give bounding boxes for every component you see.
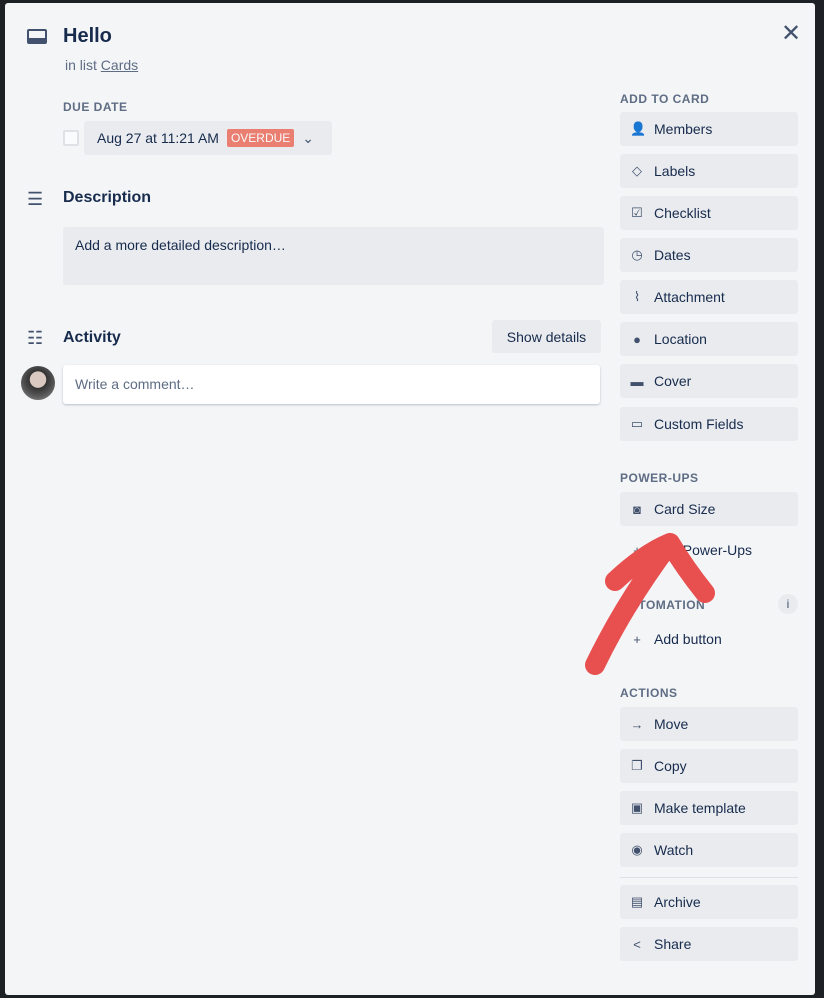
card-size-icon: ◙ [633,501,641,517]
members-label: Members [654,121,713,137]
move-label: Move [654,716,689,732]
make-template-button[interactable]: ▣ Make template [620,791,798,825]
copy-button[interactable]: ❐ Copy [620,749,798,783]
add-to-card-label: ADD TO CARD [620,92,710,106]
move-icon: → [630,716,644,732]
info-icon[interactable]: i [778,594,798,614]
labels-label: Labels [654,163,696,179]
attachment-icon: ⌇ [633,289,641,304]
share-icon: < [633,936,641,952]
custom-fields-button[interactable]: ▭ Custom Fields [620,407,798,441]
dates-button[interactable]: ◷ Dates [620,238,798,272]
custom-fields-label: Custom Fields [654,416,744,432]
share-button[interactable]: < Share [620,927,798,961]
activity-heading: Activity [63,329,121,346]
description-icon: ☰ [27,189,44,209]
power-ups-label: POWER-UPS [620,471,699,485]
due-date-button[interactable]: Aug 27 at 11:21 AM OVERDUE ⌄ [84,121,332,155]
location-label: Location [654,331,707,347]
share-label: Share [654,936,692,952]
location-button[interactable]: ● Location [620,322,798,356]
make-template-label: Make template [654,800,746,816]
cover-label: Cover [654,373,692,389]
archive-icon: ▤ [630,894,644,909]
watch-button[interactable]: ◉ Watch [620,833,798,867]
overdue-badge: OVERDUE [226,129,295,147]
labels-button[interactable]: ◇ Labels [620,154,798,188]
dates-icon: ◷ [631,247,643,262]
cover-icon: ▬ [630,373,644,389]
labels-icon: ◇ [632,163,642,178]
card-size-label: Card Size [654,501,716,517]
location-icon: ● [633,331,641,347]
checklist-button[interactable]: ☑ Checklist [620,196,798,230]
avatar[interactable] [21,366,55,400]
close-icon[interactable]: ✕ [781,19,801,48]
chevron-down-icon: ⌄ [302,129,315,146]
custom-fields-icon: ▭ [630,416,644,431]
card-size-button[interactable]: ◙ Card Size [620,492,798,526]
attachment-button[interactable]: ⌇ Attachment [620,280,798,314]
cover-button[interactable]: ▬ Cover [620,364,798,398]
members-icon: 👤 [630,121,647,136]
checklist-icon: ☑ [631,205,643,220]
show-details-button[interactable]: Show details [492,320,601,353]
checklist-label: Checklist [654,205,711,221]
archive-label: Archive [654,894,701,910]
list-info: in list Cards [65,57,139,73]
description-input[interactable]: Add a more detailed description… [63,227,604,285]
archive-button[interactable]: ▤ Archive [620,885,798,919]
annotation-arrow [585,533,715,675]
card-icon [27,29,47,44]
annotation-arrow-stroke [585,533,715,675]
attachment-label: Attachment [654,289,725,305]
comment-input[interactable]: Write a comment… [63,365,600,404]
copy-label: Copy [654,758,687,774]
watch-label: Watch [654,842,694,858]
members-button[interactable]: 👤 Members [620,112,798,146]
due-date-value: Aug 27 at 11:21 AM [97,130,219,146]
move-button[interactable]: → Move [620,707,798,741]
due-date-label: DUE DATE [63,100,128,114]
make-template-icon: ▣ [630,800,644,815]
card-modal: Hello in list Cards ✕ DUE DATE Aug 27 at… [5,3,815,995]
description-heading: Description [63,189,152,206]
list-link[interactable]: Cards [101,57,138,73]
card-title[interactable]: Hello [63,25,112,48]
dates-label: Dates [654,247,691,263]
watch-icon: ◉ [631,842,643,857]
actions-label: ACTIONS [620,686,678,700]
due-complete-checkbox[interactable] [63,130,79,146]
divider [620,877,798,878]
activity-icon: ☷ [27,328,44,348]
copy-icon: ❐ [631,758,643,773]
